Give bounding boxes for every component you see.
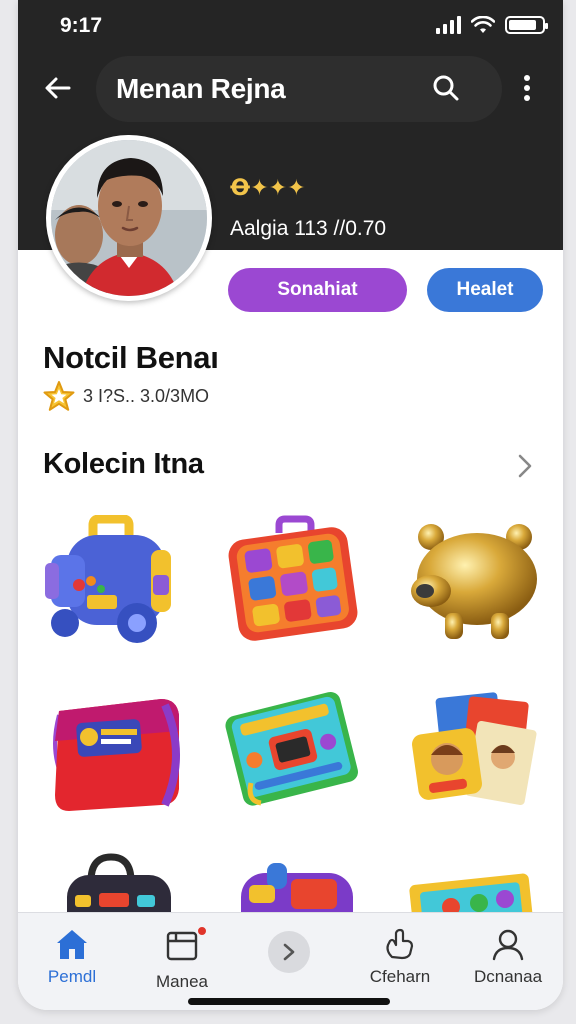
chevron-right-icon — [518, 454, 532, 478]
user-icon — [492, 929, 524, 961]
collection-item-red-pouch[interactable] — [36, 675, 186, 825]
secondary-action-button[interactable]: Healet — [427, 268, 543, 312]
status-bar: 9:17 — [18, 0, 563, 50]
collection-item-black-bag[interactable] — [36, 845, 186, 913]
bottom-navigation: Pemdl Manea Cfeharn Dcnanaa — [18, 912, 563, 1010]
rating-text: 3 I?S.. 3.0/3MO — [83, 385, 210, 406]
nav-label-profile: Dcnanaa — [473, 967, 543, 986]
rating-row: 3 I?S.. 3.0/3MO — [43, 380, 209, 412]
profile-stats: Aalgia 113 //0.70 — [230, 217, 387, 240]
phone-screen: 9:17 Menan Rejna Ꝋ✦✦✦ Aalgia 113 //0.70 … — [18, 0, 563, 1010]
more-options-button[interactable] — [512, 70, 542, 106]
achievement-badges: Ꝋ✦✦✦ — [230, 175, 306, 201]
nav-center-button[interactable] — [268, 931, 310, 973]
collection-title: Kolecin Itna — [43, 448, 204, 480]
collection-item-purple-bag[interactable] — [216, 845, 366, 913]
inbox-icon — [166, 931, 198, 961]
home-icon — [57, 930, 87, 959]
nav-label-activity: Cfeharn — [369, 967, 431, 986]
avatar[interactable] — [46, 135, 212, 301]
primary-action-button[interactable]: Sonahiat — [228, 268, 407, 312]
status-time: 9:17 — [60, 14, 103, 37]
profile-photo — [51, 140, 207, 296]
hand-icon — [386, 928, 414, 960]
collection-item-book-toy[interactable] — [216, 675, 366, 825]
page-title: Menan Rejna — [116, 73, 286, 104]
nav-item-home[interactable]: Pemdl — [22, 927, 122, 997]
collection-see-all-button[interactable] — [510, 450, 540, 482]
status-icons — [436, 16, 548, 34]
collection-item-blue-backpack[interactable] — [36, 505, 186, 655]
search-icon — [433, 75, 459, 101]
collection-item-activity-board[interactable] — [216, 505, 366, 655]
chevron-right-icon — [283, 943, 295, 961]
notification-dot — [196, 925, 208, 937]
nav-label-inbox: Manea — [156, 972, 208, 991]
collection-item-gold-bear[interactable] — [396, 505, 546, 655]
nav-item-inbox[interactable]: Manea — [132, 925, 232, 997]
badge-text: Ꝋ✦✦✦ — [230, 175, 306, 200]
profile-name: Notcil Benaı — [43, 340, 219, 375]
nav-item-activity[interactable]: Cfeharn — [350, 927, 450, 997]
star-icon — [43, 381, 75, 411]
more-vertical-icon — [524, 75, 530, 101]
collection-item-puzzle-box[interactable] — [396, 845, 546, 913]
collection-item-picture-books[interactable] — [396, 675, 546, 825]
nav-item-profile[interactable]: Dcnanaa — [458, 927, 558, 997]
wifi-icon — [471, 16, 495, 33]
battery-icon — [505, 16, 548, 34]
signal-icon — [436, 16, 461, 34]
nav-label-home: Pemdl — [47, 967, 97, 986]
search-button[interactable] — [428, 70, 464, 106]
arrow-left-icon — [45, 77, 71, 99]
back-button[interactable] — [40, 70, 76, 106]
home-indicator[interactable] — [188, 998, 390, 1005]
